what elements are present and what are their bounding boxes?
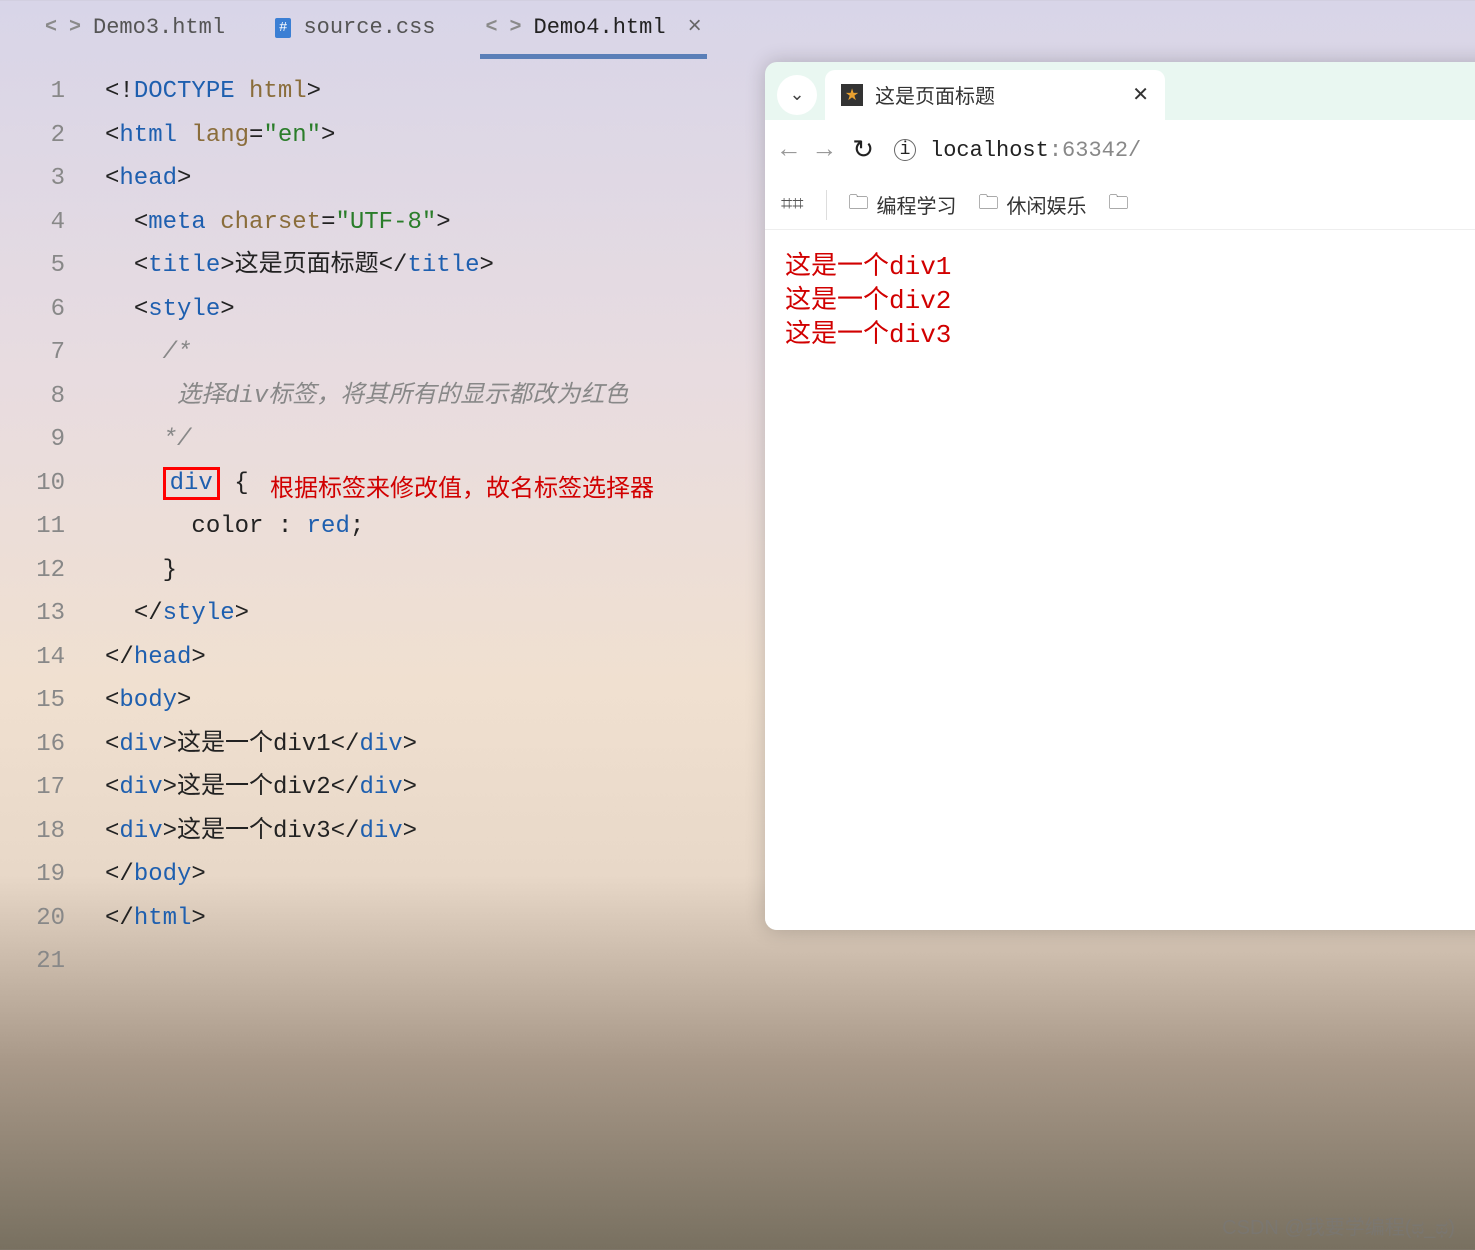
code-line: <title>这是页面标题</title> bbox=[105, 244, 628, 288]
bookmark-folder[interactable]: 🗀 bbox=[1109, 188, 1129, 222]
code-line: <meta charset="UTF-8"> bbox=[105, 201, 628, 245]
browser-toolbar: ← → ↻ i localhost:63342/ bbox=[765, 120, 1475, 180]
code-line: /* bbox=[105, 331, 628, 375]
bookmark-folder[interactable]: 🗀 编程学习 bbox=[849, 188, 957, 222]
code-line: <body> bbox=[105, 679, 628, 723]
bookmark-folder[interactable]: 🗀 休闲娱乐 bbox=[979, 188, 1087, 222]
highlighted-selector: div bbox=[163, 467, 220, 500]
line-number: 6 bbox=[0, 288, 95, 332]
code-line: <div>这是一个div3</div> bbox=[105, 810, 628, 854]
code-line: } bbox=[105, 549, 628, 593]
tab-dropdown-button[interactable]: ⌄ bbox=[777, 75, 817, 115]
folder-icon: 🗀 bbox=[849, 188, 869, 222]
browser-tab[interactable]: ★ 这是页面标题 ✕ bbox=[825, 70, 1165, 120]
line-number: 18 bbox=[0, 810, 95, 854]
code-line: <!DOCTYPE html> bbox=[105, 70, 628, 114]
html-icon: < > bbox=[485, 16, 521, 39]
code-line: */ bbox=[105, 418, 628, 462]
html-icon: < > bbox=[45, 16, 81, 39]
back-button[interactable]: ← bbox=[781, 135, 797, 165]
line-number: 5 bbox=[0, 244, 95, 288]
gutter: 1 2 3 4 5 6 7 8 9 10 11 12 13 14 15 16 1… bbox=[0, 55, 95, 984]
browser-window: ⌄ ★ 这是页面标题 ✕ ← → ↻ i localhost:63342/ ⌗⌗… bbox=[765, 62, 1475, 930]
url-host: localhost bbox=[930, 138, 1049, 163]
close-icon[interactable]: ✕ bbox=[1132, 82, 1149, 108]
watermark: CSDN @我要学编程(ಥ_ಥ) bbox=[1222, 1211, 1455, 1240]
line-number: 21 bbox=[0, 940, 95, 984]
line-number: 4 bbox=[0, 201, 95, 245]
tab-label: source.css bbox=[303, 15, 435, 40]
folder-icon: 🗀 bbox=[1109, 188, 1129, 222]
rendered-div: 这是一个div2 bbox=[785, 284, 1475, 318]
line-number: 14 bbox=[0, 636, 95, 680]
code-line: </body> bbox=[105, 853, 628, 897]
apps-icon[interactable]: ⌗⌗ bbox=[781, 193, 804, 217]
tab-label: Demo4.html bbox=[534, 15, 666, 40]
line-number: 10 bbox=[0, 462, 95, 506]
bookmark-label: 编程学习 bbox=[877, 190, 957, 220]
browser-tab-strip: ⌄ ★ 这是页面标题 ✕ bbox=[765, 62, 1475, 120]
browser-tab-title: 这是页面标题 bbox=[875, 80, 995, 110]
line-number: 2 bbox=[0, 114, 95, 158]
close-icon[interactable]: × bbox=[688, 14, 702, 41]
url-path: :63342/ bbox=[1049, 138, 1141, 163]
favicon-icon: ★ bbox=[841, 84, 863, 106]
code-line: <div>这是一个div2</div> bbox=[105, 766, 628, 810]
line-number: 20 bbox=[0, 897, 95, 941]
chevron-down-icon: ⌄ bbox=[789, 84, 804, 106]
line-number: 8 bbox=[0, 375, 95, 419]
line-number: 11 bbox=[0, 505, 95, 549]
rendered-div: 这是一个div1 bbox=[785, 250, 1475, 284]
rendered-div: 这是一个div3 bbox=[785, 318, 1475, 352]
reload-button[interactable]: ↻ bbox=[852, 135, 874, 166]
code-line: <head> bbox=[105, 157, 628, 201]
address-bar[interactable]: i localhost:63342/ bbox=[894, 138, 1475, 163]
line-number: 15 bbox=[0, 679, 95, 723]
line-number: 7 bbox=[0, 331, 95, 375]
line-number: 3 bbox=[0, 157, 95, 201]
bookmark-label: 休闲娱乐 bbox=[1007, 190, 1087, 220]
bookmarks-bar: ⌗⌗ 🗀 编程学习 🗀 休闲娱乐 🗀 bbox=[765, 180, 1475, 230]
site-info-icon[interactable]: i bbox=[894, 139, 916, 161]
line-number: 13 bbox=[0, 592, 95, 636]
css-icon: # bbox=[275, 18, 291, 38]
annotation-text: 根据标签来修改值，故名标签选择器 bbox=[270, 468, 654, 504]
code-area[interactable]: <!DOCTYPE html> <html lang="en"> <head> … bbox=[105, 70, 628, 984]
code-line: <style> bbox=[105, 288, 628, 332]
browser-viewport: 这是一个div1 这是一个div2 这是一个div3 bbox=[765, 230, 1475, 930]
code-line: </head> bbox=[105, 636, 628, 680]
code-line: color : red; bbox=[105, 505, 628, 549]
code-line: </html> bbox=[105, 897, 628, 941]
line-number: 12 bbox=[0, 549, 95, 593]
line-number: 19 bbox=[0, 853, 95, 897]
code-line bbox=[105, 940, 628, 984]
forward-button[interactable]: → bbox=[817, 135, 833, 165]
line-number: 17 bbox=[0, 766, 95, 810]
tab-source-css[interactable]: # source.css bbox=[250, 5, 460, 50]
ide-tabs-bar: < > Demo3.html # source.css < > Demo4.ht… bbox=[0, 0, 1475, 55]
divider bbox=[826, 190, 827, 220]
tab-demo4[interactable]: < > Demo4.html × bbox=[460, 4, 726, 51]
tab-label: Demo3.html bbox=[93, 15, 225, 40]
code-line: </style> bbox=[105, 592, 628, 636]
folder-icon: 🗀 bbox=[979, 188, 999, 222]
line-number: 16 bbox=[0, 723, 95, 767]
code-line: <html lang="en"> bbox=[105, 114, 628, 158]
code-line: <div>这是一个div1</div> bbox=[105, 723, 628, 767]
code-line: 选择div标签，将其所有的显示都改为红色 bbox=[105, 375, 628, 419]
line-number: 9 bbox=[0, 418, 95, 462]
tab-demo3[interactable]: < > Demo3.html bbox=[20, 5, 250, 50]
line-number: 1 bbox=[0, 70, 95, 114]
